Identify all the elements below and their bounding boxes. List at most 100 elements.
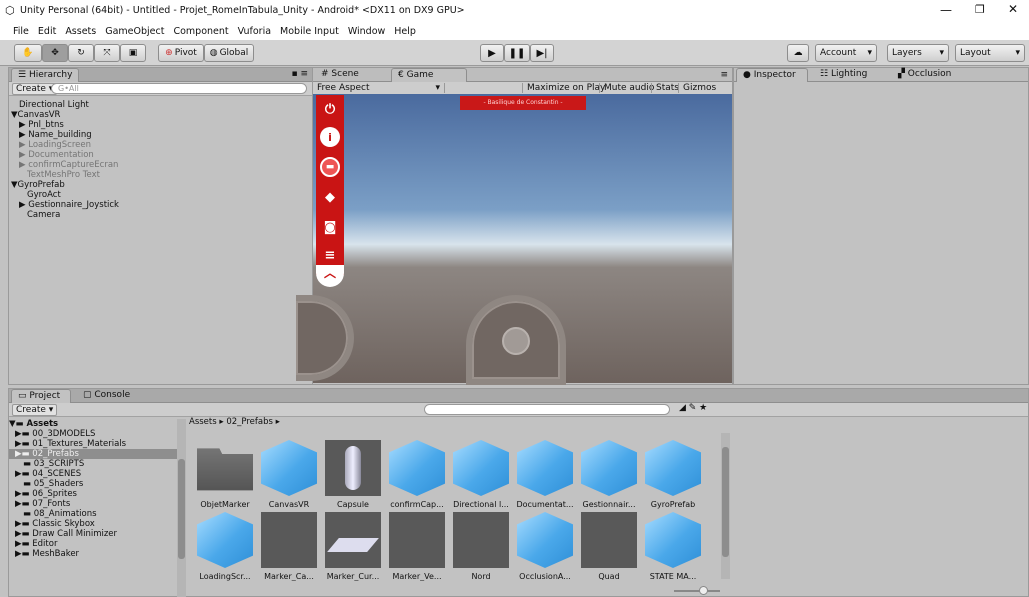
project-create-button[interactable]: Create ▾ bbox=[12, 404, 58, 416]
tree-item[interactable]: ▶ Name_building bbox=[11, 130, 312, 140]
step-button[interactable]: ▶| bbox=[530, 44, 554, 62]
asset-item[interactable]: Quad bbox=[580, 512, 638, 581]
play-button[interactable]: ▶ bbox=[480, 44, 504, 62]
pause-button[interactable]: ❚❚ bbox=[504, 44, 530, 62]
tab-inspector[interactable]: ● Inspector bbox=[736, 68, 808, 82]
info-icon[interactable]: i bbox=[320, 127, 340, 147]
folder-item-selected[interactable]: ▶▬ 02_Prefabs bbox=[9, 449, 181, 459]
folder-item[interactable]: ▶▬ Editor bbox=[9, 539, 181, 549]
menu-file[interactable]: File bbox=[13, 26, 29, 37]
asset-item[interactable]: Nord bbox=[452, 512, 510, 581]
menu-gameobject[interactable]: GameObject bbox=[105, 26, 164, 37]
folder-item[interactable]: ▶▬ MeshBaker bbox=[9, 549, 181, 559]
filter-icon[interactable]: ◢ ✎ ★ bbox=[679, 403, 707, 413]
asset-item[interactable]: Marker_Cur... bbox=[324, 512, 382, 581]
menu-component[interactable]: Component bbox=[173, 26, 228, 37]
folder-assets[interactable]: ▼▬ Assets bbox=[9, 419, 181, 429]
menu-icon[interactable]: ≡ bbox=[320, 245, 340, 265]
global-button[interactable]: ◍ Global bbox=[204, 44, 254, 62]
folder-item[interactable]: ▶▬ 01_Textures_Materials bbox=[9, 439, 181, 449]
hierarchy-search-input[interactable]: G•All bbox=[51, 83, 307, 94]
asset-item[interactable]: CanvasVR bbox=[260, 440, 318, 509]
project-search-input[interactable] bbox=[424, 404, 670, 415]
asset-item[interactable]: GyroPrefab bbox=[644, 440, 702, 509]
asset-item[interactable]: Marker_Ca... bbox=[260, 512, 318, 581]
menu-window[interactable]: Window bbox=[348, 26, 385, 37]
tab-scene[interactable]: # Scene bbox=[315, 68, 365, 82]
asset-item[interactable]: Marker_Ve... bbox=[388, 512, 446, 581]
tree-item[interactable]: ▼CanvasVR bbox=[11, 110, 312, 120]
tree-item[interactable]: ▶ confirmCaptureEcran bbox=[11, 160, 312, 170]
tree-item[interactable]: ▶ Pnl_btns bbox=[11, 120, 312, 130]
folder-item[interactable]: ▬ 03_SCRIPTS bbox=[9, 459, 181, 469]
joystick-knob[interactable] bbox=[502, 327, 530, 355]
menu-assets[interactable]: Assets bbox=[65, 26, 96, 37]
panel-menu-icon[interactable]: ≡ bbox=[720, 70, 728, 80]
layout-dropdown[interactable]: Layout ▾ bbox=[955, 44, 1025, 62]
folder-item[interactable]: ▶▬ Classic Skybox bbox=[9, 519, 181, 529]
asset-item[interactable]: confirmCap... bbox=[388, 440, 446, 509]
tree-item[interactable]: Directional Light bbox=[11, 100, 312, 110]
cloud-icon[interactable]: ☁ bbox=[787, 44, 809, 62]
right-joystick[interactable] bbox=[466, 295, 566, 385]
menu-edit[interactable]: Edit bbox=[38, 26, 56, 37]
tree-item[interactable]: TextMeshPro Text bbox=[11, 170, 312, 180]
asset-item[interactable]: Gestionnair... bbox=[580, 440, 638, 509]
tree-item[interactable]: ▼GyroPrefab bbox=[11, 180, 312, 190]
asset-item[interactable]: OcclusionA... bbox=[516, 512, 574, 581]
folder-item[interactable]: ▶▬ Draw Call Minimizer bbox=[9, 529, 181, 539]
scroll-thumb[interactable] bbox=[722, 447, 729, 557]
maximize-icon[interactable]: ❐ bbox=[975, 3, 985, 16]
asset-item[interactable]: Directional l... bbox=[452, 440, 510, 509]
tab-hierarchy[interactable]: ☰ Hierarchy bbox=[11, 68, 80, 82]
zoom-slider-knob[interactable] bbox=[699, 586, 708, 595]
hand-tool-icon[interactable]: ✋ bbox=[14, 44, 42, 62]
tab-console[interactable]: ▢ Console bbox=[77, 389, 136, 403]
rotate-tool-icon[interactable]: ↻ bbox=[68, 44, 94, 62]
rect-tool-icon[interactable]: ▣ bbox=[120, 44, 146, 62]
zoom-slider[interactable] bbox=[674, 590, 720, 592]
asset-item[interactable]: Documentat... bbox=[516, 440, 574, 509]
tab-occlusion[interactable]: ▞ Occlusion bbox=[892, 68, 957, 82]
menu-help[interactable]: Help bbox=[394, 26, 416, 37]
tab-lighting[interactable]: ☷ Lighting bbox=[814, 68, 873, 82]
camera-icon[interactable]: ◙ bbox=[320, 217, 340, 237]
tree-item[interactable]: ▶ Documentation bbox=[11, 150, 312, 160]
folder-item[interactable]: ▶▬ 00_3DMODELS bbox=[9, 429, 181, 439]
asset-item[interactable]: Capsule bbox=[324, 440, 382, 509]
maximize-on-play-toggle[interactable]: Maximize on Play bbox=[522, 83, 605, 93]
gizmos-dropdown[interactable]: Gizmos bbox=[678, 83, 716, 93]
asset-item[interactable]: ObjetMarker bbox=[196, 440, 254, 509]
panel-menu-icon[interactable]: ▪ ≡ bbox=[291, 69, 308, 79]
scale-tool-icon[interactable]: ⤧ bbox=[94, 44, 120, 62]
menu-vuforia[interactable]: Vuforia bbox=[238, 26, 271, 37]
folder-item[interactable]: ▶▬ 06_Sprites bbox=[9, 489, 181, 499]
folder-item[interactable]: ▬ 05_Shaders bbox=[9, 479, 181, 489]
tree-item[interactable]: ▶ Gestionnaire_Joystick bbox=[11, 200, 312, 210]
minimize-icon[interactable]: — bbox=[940, 3, 952, 17]
asset-item[interactable]: STATE MA... bbox=[644, 512, 702, 581]
folder-item[interactable]: ▶▬ 07_Fonts bbox=[9, 499, 181, 509]
close-icon[interactable]: ✕ bbox=[1008, 2, 1018, 16]
tree-item[interactable]: ▶ LoadingScreen bbox=[11, 140, 312, 150]
compass-icon[interactable]: ▬ bbox=[320, 157, 340, 177]
folder-scrollbar[interactable] bbox=[177, 419, 186, 597]
folder-item[interactable]: ▶▬ 04_SCENES bbox=[9, 469, 181, 479]
menu-mobile-input[interactable]: Mobile Input bbox=[280, 26, 339, 37]
pivot-button[interactable]: ⊕ Pivot bbox=[158, 44, 204, 62]
tree-item[interactable]: Camera bbox=[11, 210, 312, 220]
account-dropdown[interactable]: Account ▾ bbox=[815, 44, 877, 62]
layers-dropdown[interactable]: Layers ▾ bbox=[887, 44, 949, 62]
tree-item[interactable]: GyroAct bbox=[11, 190, 312, 200]
folder-item[interactable]: ▬ 08_Animations bbox=[9, 509, 181, 519]
tab-game[interactable]: € Game bbox=[391, 68, 467, 82]
asset-scrollbar[interactable] bbox=[721, 433, 730, 579]
aspect-dropdown[interactable]: Free Aspect ▾ bbox=[317, 83, 445, 93]
gyro-cube-icon[interactable]: ◆ bbox=[320, 187, 340, 207]
asset-item[interactable]: LoadingScr... bbox=[196, 512, 254, 581]
scroll-thumb[interactable] bbox=[178, 459, 185, 559]
mute-audio-toggle[interactable]: Mute audio bbox=[599, 83, 654, 93]
tab-project[interactable]: ▭ Project bbox=[11, 389, 71, 403]
move-tool-icon[interactable]: ✥ bbox=[42, 44, 68, 62]
stats-toggle[interactable]: Stats bbox=[651, 83, 679, 93]
